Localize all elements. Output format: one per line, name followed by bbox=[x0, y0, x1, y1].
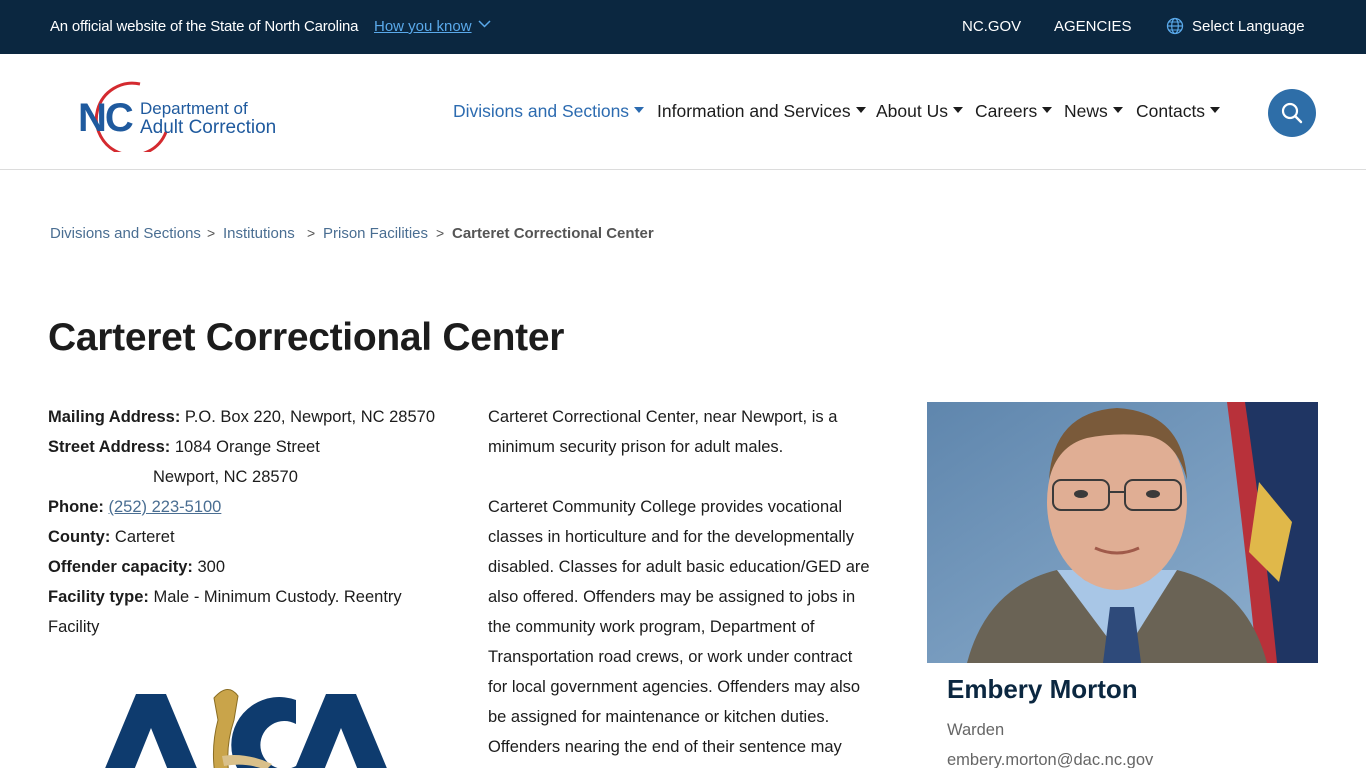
capacity-label: Offender capacity: bbox=[48, 558, 193, 576]
mailing-value: P.O. Box 220, Newport, NC 28570 bbox=[184, 408, 436, 426]
description-line: for local government agencies. Offenders… bbox=[488, 678, 861, 696]
caret-down-icon bbox=[855, 107, 866, 114]
nav-label: Information and Services bbox=[657, 101, 851, 121]
type-label: Facility type: bbox=[48, 588, 149, 606]
breadcrumb-current: Carteret Correctional Center bbox=[452, 225, 654, 242]
site-header: NC Department of Adult Correction Divisi… bbox=[0, 54, 1366, 170]
logo-abbr: NC bbox=[78, 96, 134, 140]
facility-type: Facility type: Male - Minimum Custody. R… bbox=[48, 586, 402, 608]
nav-label: News bbox=[1064, 101, 1108, 121]
breadcrumb-separator: > bbox=[436, 225, 445, 241]
county: County: Carteret bbox=[48, 526, 175, 548]
caret-down-icon bbox=[1112, 107, 1123, 114]
description-line: be assigned for maintenance or kitchen d… bbox=[488, 708, 830, 726]
globe-icon[interactable] bbox=[1166, 17, 1184, 35]
select-language-button[interactable]: Select Language bbox=[1192, 18, 1305, 35]
mailing-label: Mailing Address: bbox=[48, 408, 181, 426]
nav-contacts[interactable]: Contacts bbox=[1136, 101, 1221, 123]
nav-information-and-services[interactable]: Information and Services bbox=[657, 101, 866, 123]
aca-accreditation-logo bbox=[96, 680, 396, 768]
logo-line-1: Department of bbox=[140, 99, 248, 118]
chevron-down-icon[interactable] bbox=[478, 17, 491, 33]
caret-down-icon bbox=[1042, 107, 1053, 114]
agencies-link[interactable]: AGENCIES bbox=[1054, 18, 1132, 35]
breadcrumb-divisions[interactable]: Divisions and Sections bbox=[50, 225, 201, 242]
page-title: Carteret Correctional Center bbox=[48, 316, 565, 359]
official-site-text: An official website of the State of Nort… bbox=[50, 18, 359, 35]
description-line: Transportation road crews, or work under… bbox=[488, 648, 853, 666]
description-line: the community work program, Department o… bbox=[488, 618, 815, 636]
caret-down-icon bbox=[634, 107, 645, 114]
nav-label: Contacts bbox=[1136, 101, 1206, 121]
logo-line-2: Adult Correction bbox=[140, 117, 277, 138]
breadcrumb-separator: > bbox=[307, 225, 316, 241]
breadcrumb-separator: > bbox=[207, 225, 216, 241]
warden-email[interactable]: embery.morton@dac.nc.gov bbox=[947, 751, 1153, 768]
description-line: minimum security prison for adult males. bbox=[488, 438, 784, 456]
ncgov-link[interactable]: NC.GOV bbox=[962, 18, 1021, 35]
nav-label: Divisions and Sections bbox=[453, 101, 630, 121]
description-paragraph-1: Carteret Correctional Center, near Newpo… bbox=[488, 402, 888, 462]
caret-down-icon bbox=[952, 107, 963, 114]
county-value: Carteret bbox=[114, 528, 175, 546]
breadcrumb-institutions[interactable]: Institutions bbox=[223, 225, 295, 242]
warden-name: Embery Morton bbox=[947, 674, 1138, 704]
offender-capacity: Offender capacity: 300 bbox=[48, 556, 225, 578]
description-line: classes in horticulture and for the deve… bbox=[488, 528, 854, 546]
description-line: Offenders nearing the end of their sente… bbox=[488, 738, 842, 756]
nav-careers[interactable]: Careers bbox=[975, 101, 1053, 123]
phone-label: Phone: bbox=[48, 498, 104, 516]
description-line: Carteret Correctional Center, near Newpo… bbox=[488, 408, 838, 426]
nav-label: About Us bbox=[876, 101, 948, 121]
type-value-2: Facility bbox=[48, 618, 100, 636]
warden-title: Warden bbox=[947, 721, 1005, 739]
street-address: Street Address: 1084 Orange Street bbox=[48, 436, 320, 458]
how-you-know-link[interactable]: How you know bbox=[374, 18, 472, 35]
nav-divisions-and-sections[interactable]: Divisions and Sections bbox=[453, 101, 645, 123]
caret-down-icon bbox=[1210, 107, 1221, 114]
dac-logo[interactable]: NC Department of Adult Correction bbox=[76, 74, 286, 152]
nav-news[interactable]: News bbox=[1064, 101, 1123, 123]
capacity-value: 300 bbox=[197, 558, 225, 576]
nav-about-us[interactable]: About Us bbox=[876, 101, 963, 123]
breadcrumb-prison-facilities[interactable]: Prison Facilities bbox=[323, 225, 428, 242]
description-line: disabled. Classes for adult basic educat… bbox=[488, 558, 870, 576]
mailing-address: Mailing Address: P.O. Box 220, Newport, … bbox=[48, 406, 435, 428]
search-button[interactable] bbox=[1268, 89, 1316, 137]
warden-photo bbox=[927, 402, 1318, 663]
phone: Phone: (252) 223-5100 bbox=[48, 496, 221, 518]
phone-link[interactable]: (252) 223-5100 bbox=[109, 498, 222, 516]
search-icon bbox=[1281, 102, 1303, 124]
street-line-1: 1084 Orange Street bbox=[174, 438, 320, 456]
description-paragraph-2: Carteret Community College provides voca… bbox=[488, 492, 888, 762]
nav-label: Careers bbox=[975, 101, 1038, 121]
description-line: Carteret Community College provides voca… bbox=[488, 498, 842, 516]
type-value-1: Male - Minimum Custody. Reentry bbox=[153, 588, 402, 606]
top-utility-bar: An official website of the State of Nort… bbox=[0, 0, 1366, 54]
county-label: County: bbox=[48, 528, 111, 546]
street-line-2: Newport, NC 28570 bbox=[153, 468, 298, 486]
street-label: Street Address: bbox=[48, 438, 171, 456]
description-line: also offered. Offenders may be assigned … bbox=[488, 588, 856, 606]
